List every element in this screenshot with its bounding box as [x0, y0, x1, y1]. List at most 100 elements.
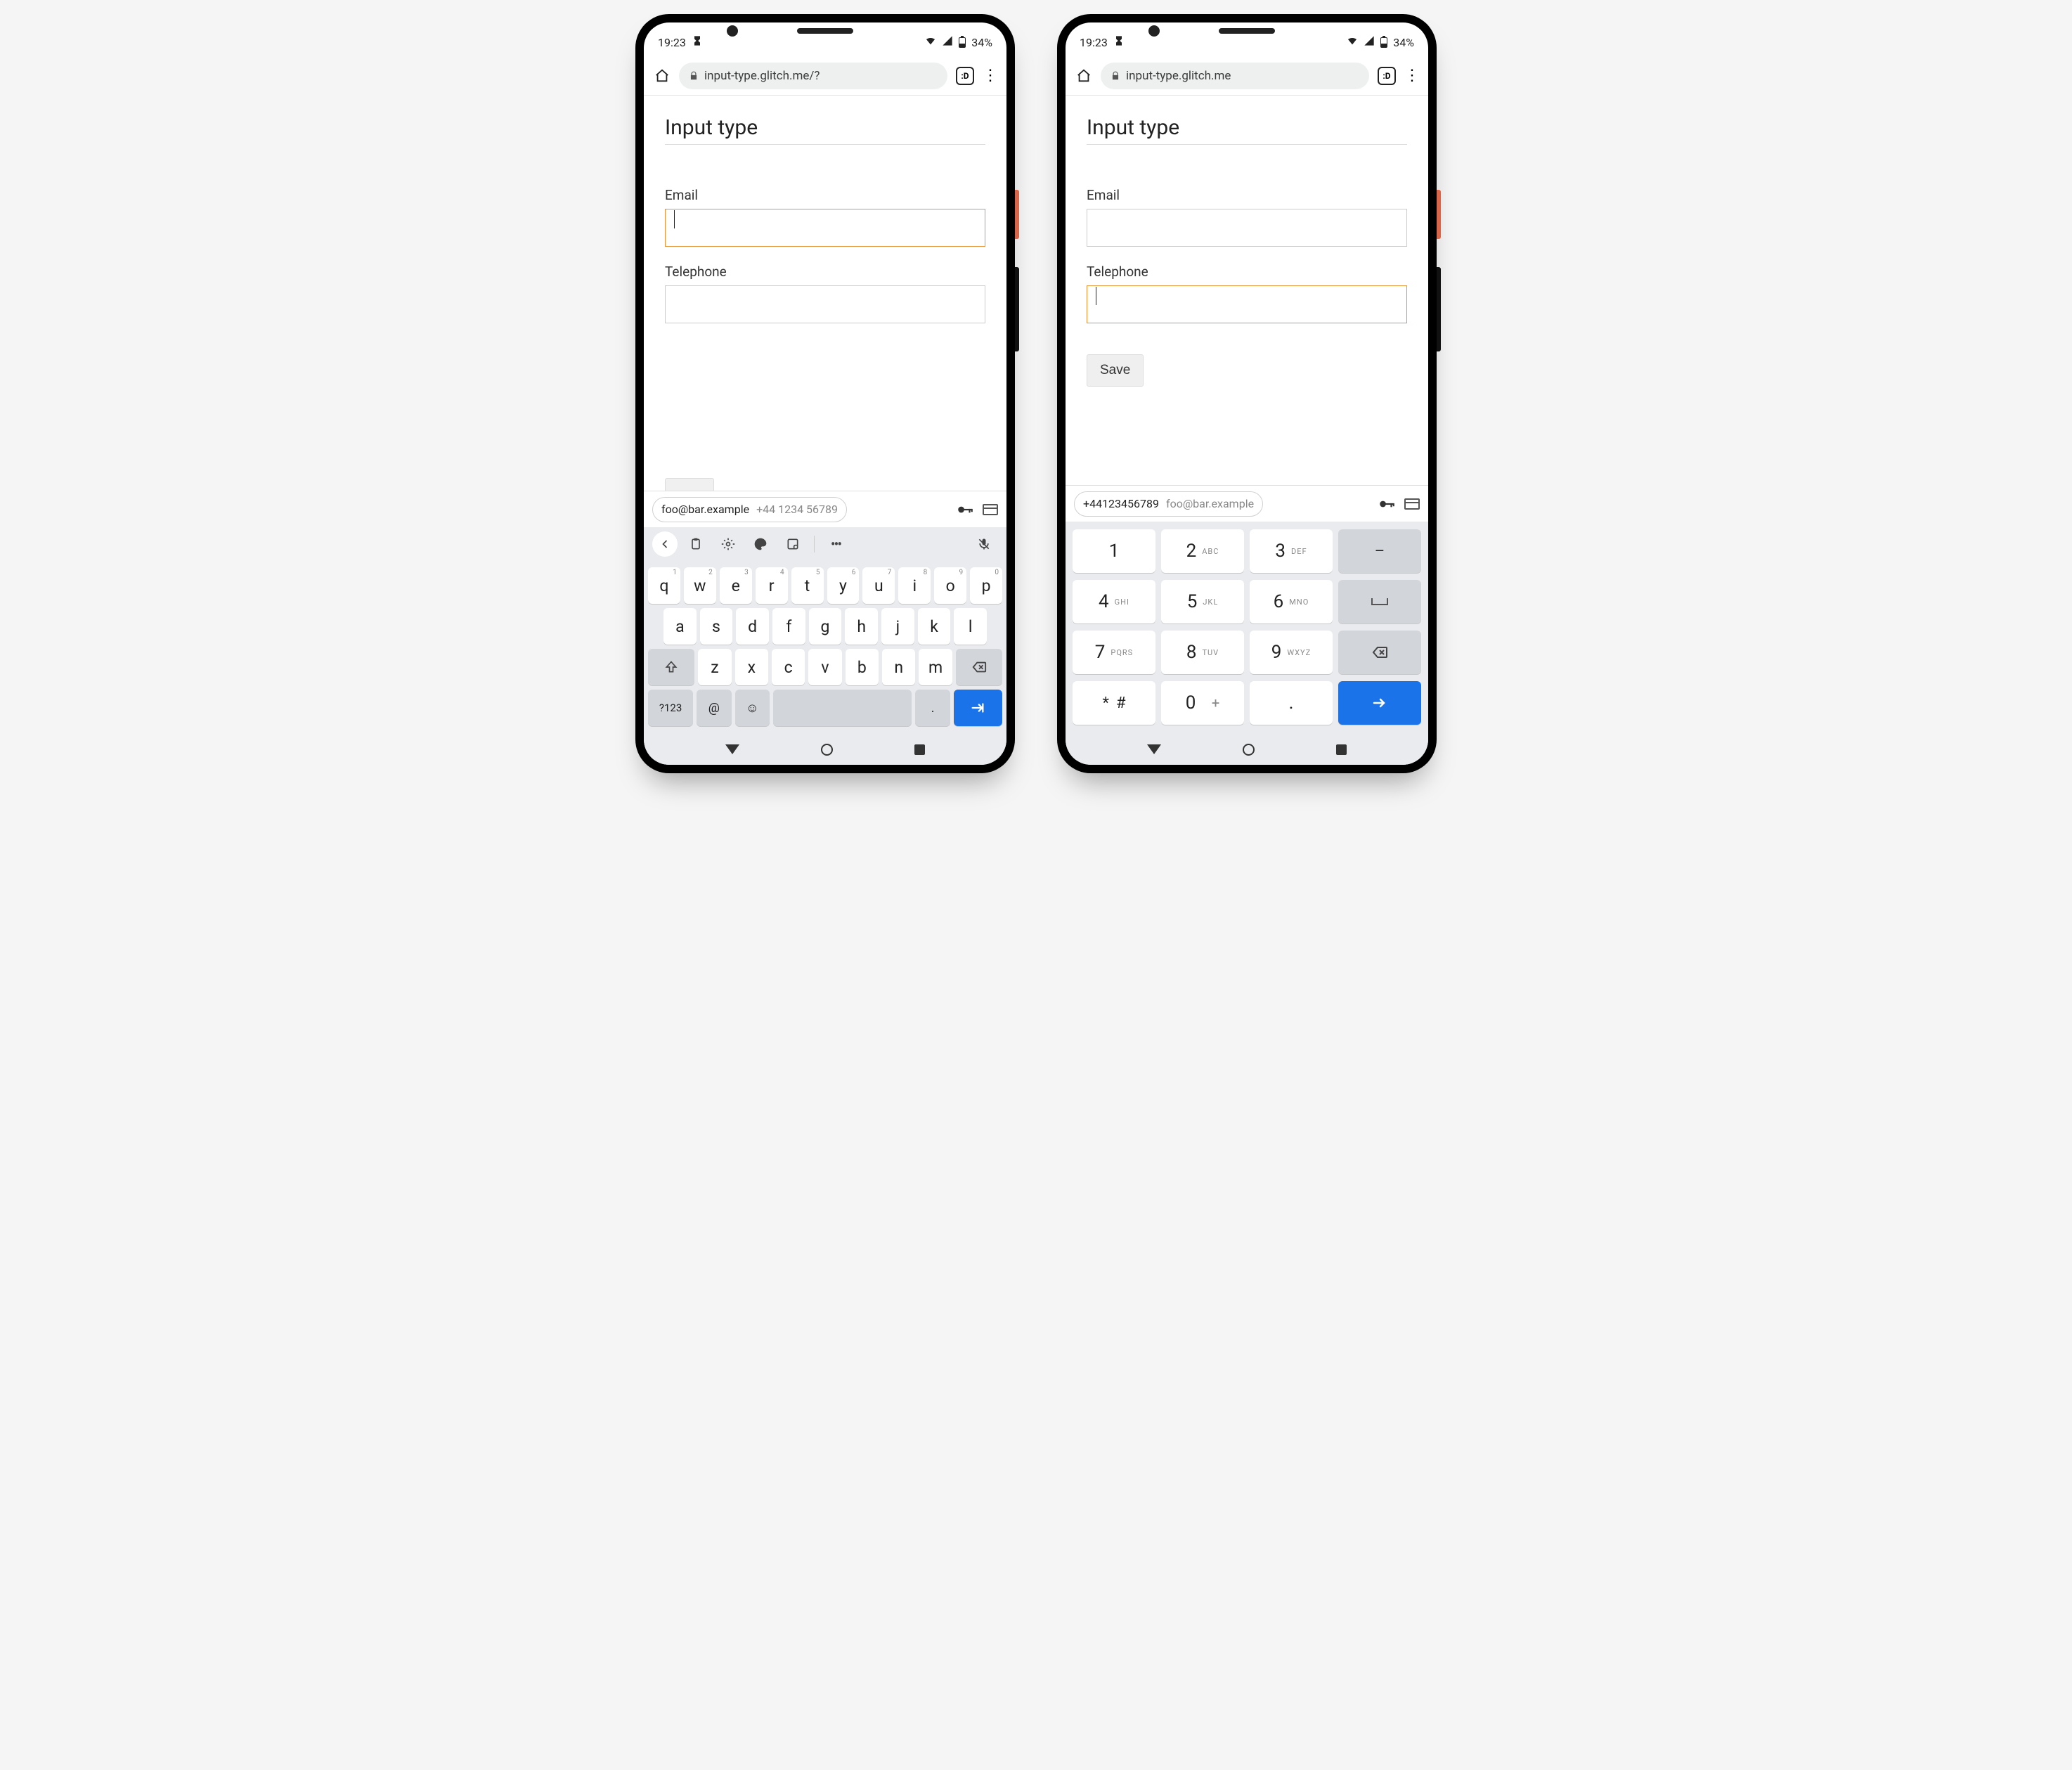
autofill-suggestion[interactable]: foo@bar.example +44 1234 56789 [652, 497, 847, 522]
keypad-6[interactable]: 6MNO [1250, 580, 1333, 624]
key-u[interactable]: u7 [862, 567, 895, 604]
nav-back[interactable] [725, 744, 739, 754]
signal-icon [1364, 35, 1375, 49]
space-key[interactable] [773, 690, 912, 726]
browser-toolbar: input-type.glitch.me/? :D ⋮ [644, 56, 1006, 96]
key-icon[interactable] [1378, 495, 1396, 513]
keypad-7[interactable]: 7PQRS [1073, 631, 1155, 674]
key-p[interactable]: p0 [970, 567, 1002, 604]
autofill-email: foo@bar.example [1166, 497, 1254, 510]
shift-key[interactable] [648, 649, 694, 685]
menu-icon[interactable]: ⋮ [983, 67, 997, 84]
keypad-3[interactable]: 3DEF [1250, 529, 1333, 573]
key-j[interactable]: j [881, 608, 914, 645]
mic-off-icon[interactable] [970, 531, 998, 557]
toolbar-divider [814, 536, 815, 553]
telephone-field[interactable] [1087, 285, 1407, 323]
key-w[interactable]: w2 [684, 567, 716, 604]
menu-icon[interactable]: ⋮ [1404, 67, 1418, 84]
emoji-key[interactable]: ☺ [735, 690, 770, 726]
key-a[interactable]: a [663, 608, 697, 645]
front-camera [727, 25, 738, 37]
key-o[interactable]: o9 [934, 567, 966, 604]
symbols-key[interactable]: ?123 [648, 690, 693, 726]
key-s[interactable]: s [700, 608, 733, 645]
key-icon[interactable] [956, 500, 974, 519]
save-button[interactable]: Save [1087, 354, 1144, 387]
key-l[interactable]: l [954, 608, 987, 645]
autofill-strip: +44123456789 foo@bar.example [1066, 485, 1428, 522]
key-e[interactable]: e3 [720, 567, 752, 604]
keypad-4[interactable]: 4GHI [1073, 580, 1155, 624]
keypad-5[interactable]: 5JKL [1161, 580, 1244, 624]
key-z[interactable]: z [698, 649, 731, 685]
lock-icon [1111, 71, 1120, 81]
key-r[interactable]: r4 [756, 567, 788, 604]
key-c[interactable]: c [772, 649, 805, 685]
backspace-key[interactable] [1338, 631, 1421, 674]
keypad-space[interactable] [1338, 580, 1421, 624]
home-icon[interactable] [1075, 67, 1092, 84]
card-icon[interactable] [983, 504, 998, 515]
sticker-icon[interactable] [779, 531, 807, 557]
key-n[interactable]: n [882, 649, 915, 685]
key-x[interactable]: x [735, 649, 768, 685]
battery-percent: 34% [971, 36, 992, 49]
keypad-0[interactable]: 0 + [1161, 681, 1244, 725]
nav-recents[interactable] [914, 744, 925, 755]
nav-recents[interactable] [1336, 744, 1347, 755]
tabs-button[interactable]: :D [1378, 67, 1396, 85]
gear-icon[interactable] [714, 531, 742, 557]
key-v[interactable]: v [808, 649, 841, 685]
nav-back[interactable] [1147, 744, 1161, 754]
keypad-8[interactable]: 8TUV [1161, 631, 1244, 674]
url-bar[interactable]: input-type.glitch.me [1101, 63, 1369, 89]
key-h[interactable]: h [845, 608, 878, 645]
clipboard-icon[interactable] [682, 531, 710, 557]
key-i[interactable]: i8 [898, 567, 931, 604]
kbd-back-icon[interactable] [652, 531, 678, 557]
volume-button [1015, 267, 1019, 351]
enter-key[interactable] [954, 690, 1002, 726]
key-m[interactable]: m [919, 649, 952, 685]
backspace-key[interactable] [956, 649, 1002, 685]
telephone-field[interactable] [665, 285, 985, 323]
phone-frame-right: 19:23 34% input-type.glitch.me :D ⋮ [1057, 14, 1437, 773]
page-content: Input type Email Telephone Save [1066, 96, 1428, 485]
keypad-star-hash[interactable]: *# [1073, 681, 1155, 725]
email-label: Email [1087, 187, 1407, 203]
keypad-9[interactable]: 9WXYZ [1250, 631, 1333, 674]
email-field[interactable] [1087, 209, 1407, 247]
at-key[interactable]: @ [697, 690, 731, 726]
telephone-label: Telephone [665, 264, 985, 280]
key-q[interactable]: q1 [648, 567, 680, 604]
keypad-1[interactable]: 1 [1073, 529, 1155, 573]
battery-icon [959, 37, 966, 48]
keypad-2[interactable]: 2ABC [1161, 529, 1244, 573]
palette-icon[interactable] [746, 531, 775, 557]
nav-home[interactable] [821, 744, 833, 756]
enter-key[interactable] [1338, 681, 1421, 725]
tabs-button[interactable]: :D [956, 67, 974, 85]
more-icon[interactable]: ••• [822, 531, 850, 557]
keypad-period[interactable]: . [1250, 681, 1333, 725]
volume-button [1437, 267, 1441, 351]
keypad-dash[interactable]: – [1338, 529, 1421, 573]
card-icon[interactable] [1404, 498, 1420, 510]
key-b[interactable]: b [846, 649, 879, 685]
key-y[interactable]: y6 [827, 567, 860, 604]
url-text: input-type.glitch.me [1126, 69, 1231, 83]
period-key[interactable]: . [915, 690, 950, 726]
home-icon[interactable] [654, 67, 671, 84]
key-g[interactable]: g [809, 608, 842, 645]
key-d[interactable]: d [736, 608, 769, 645]
key-t[interactable]: t5 [791, 567, 824, 604]
save-button-partial[interactable] [665, 478, 714, 491]
battery-percent: 34% [1393, 36, 1414, 49]
email-field[interactable] [665, 209, 985, 247]
key-k[interactable]: k [918, 608, 951, 645]
autofill-suggestion[interactable]: +44123456789 foo@bar.example [1074, 491, 1263, 517]
nav-home[interactable] [1243, 744, 1255, 756]
key-f[interactable]: f [772, 608, 805, 645]
url-bar[interactable]: input-type.glitch.me/? [679, 63, 947, 89]
